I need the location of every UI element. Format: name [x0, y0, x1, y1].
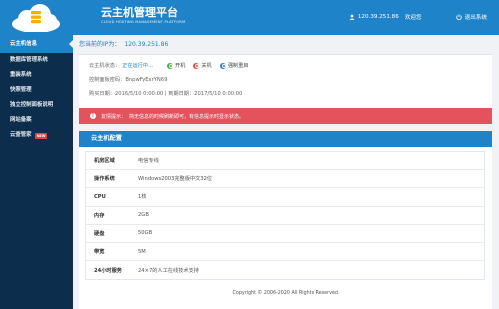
config-value: 1核	[138, 194, 147, 201]
warning-banner: ! 友情提示： 简无信息的时候刷新即可，有信息提示时显示状态。	[79, 108, 492, 124]
table-row: 硬盘 50GB	[86, 225, 484, 243]
config-title: 云主机配置	[79, 131, 492, 147]
sidebar-item-label: 重装系统	[10, 72, 32, 78]
brand: 云主机管理平台 CLOUD HOSTING MANAGEMENT PLATFOR…	[101, 6, 185, 25]
new-badge: NEW	[34, 132, 48, 139]
logout-button[interactable]: 退出系统	[455, 13, 487, 21]
sidebar-item-snapshot[interactable]: 快照管理	[0, 83, 73, 98]
current-ip-bar: 您当前的IP为： 120.39.251.86	[79, 39, 168, 48]
status-row: 云主机状态： 正在运行中... 开机 关机 强制重启	[89, 62, 249, 69]
start-icon	[167, 62, 174, 69]
config-key: 24小时服务	[94, 267, 122, 274]
user-info: 120.39.251.86 欢迎您	[349, 13, 422, 21]
config-value: 24×7的人工在线技术支持	[138, 267, 199, 274]
panel-password: 控制面板密码：BnpwFyExrYN69	[89, 77, 168, 83]
stop-label: 关机	[201, 63, 212, 69]
config-key: 内存	[94, 212, 105, 219]
warning-label: 友情提示：	[101, 113, 127, 120]
stop-icon	[193, 62, 200, 69]
ip-label: 您当前的IP为：	[79, 41, 121, 48]
sidebar-item-label: 云查管家	[10, 132, 32, 138]
brand-title: 云主机管理平台	[101, 6, 178, 19]
table-row: 24小时服务 24×7的人工在线技术支持	[86, 261, 484, 279]
table-row: 带宽 5M	[86, 243, 484, 262]
brand-subtitle: CLOUD HOSTING MANAGEMENT PLATFORM	[101, 20, 186, 24]
sidebar-item-icp[interactable]: 网站备案	[0, 113, 73, 128]
footer-copyright: Copyright © 2006-2020 All Rights Reserve…	[232, 291, 340, 296]
sidebar-item-host-info[interactable]: 云主机信息	[0, 35, 73, 53]
sidebar-item-label: 云主机信息	[10, 40, 37, 47]
config-value: 5M	[138, 248, 146, 255]
sidebar-item-reinstall[interactable]: 重装系统	[0, 68, 73, 83]
ip-value: 120.39.251.86	[124, 41, 169, 48]
sidebar-item-database[interactable]: 数据库管理系统	[0, 53, 73, 68]
sidebar-item-butler[interactable]: 云查管家 NEW	[0, 128, 73, 143]
table-row: 机房区域 电信专线	[86, 152, 484, 171]
sidebar-item-label: 快照管理	[10, 87, 32, 93]
config-value: 电信专线	[138, 158, 159, 165]
sidebar-item-control-panel[interactable]: 独立控制面板说明	[0, 98, 73, 113]
config-key: 操作系统	[94, 176, 115, 183]
sidebar-item-label: 网站备案	[10, 117, 32, 123]
config-key: 硬盘	[94, 230, 105, 237]
table-row: 操作系统 Windows2003完整版中文32位	[86, 170, 484, 189]
status-value: 正在运行中...	[122, 63, 154, 69]
header-user-area: 120.39.251.86 欢迎您 退出系统	[349, 13, 487, 21]
power-icon	[455, 14, 462, 20]
config-panel: 云主机配置 机房区域 电信专线 操作系统 Windows2003完整版中文32位 C…	[79, 131, 492, 309]
config-value: 2GB	[138, 212, 149, 219]
config-value: Windows2003完整版中文32位	[138, 176, 213, 183]
top-header: 云主机管理平台 CLOUD HOSTING MANAGEMENT PLATFOR…	[0, 0, 499, 35]
config-table: 机房区域 电信专线 操作系统 Windows2003完整版中文32位 CPU 1核 内…	[85, 151, 485, 281]
start-button[interactable]: 开机	[167, 62, 185, 69]
stop-button[interactable]: 关机	[193, 62, 212, 69]
logout-label: 退出系统	[464, 15, 487, 21]
reboot-button[interactable]: 强制重启	[219, 62, 249, 69]
cloud-logo-icon	[12, 4, 60, 32]
start-label: 开机	[175, 63, 186, 69]
sidebar-item-label: 数据库管理系统	[10, 57, 48, 63]
config-key: 带宽	[94, 249, 105, 256]
sidebar-item-label: 独立控制面板说明	[10, 102, 54, 108]
header-ip: 120.39.251.86	[357, 14, 399, 20]
host-info-panel: 云主机状态： 正在运行中... 开机 关机 强制重启 控制面板密码：BnpwFy…	[79, 54, 492, 110]
config-key: CPU	[94, 193, 106, 200]
table-row: 内存 2GB	[86, 207, 484, 225]
purchase-dates: 购买日期：2016/5/10 0:00:00 | 到期日期：2017/5/10 …	[89, 91, 243, 97]
sidebar: 云主机信息 数据库管理系统 重装系统 快照管理 独立控制面板说明 网站备案 云查…	[0, 35, 73, 309]
alert-icon: !	[90, 113, 96, 119]
config-value: 50GB	[138, 230, 153, 237]
welcome-text: 欢迎您	[404, 15, 422, 21]
warning-text: 简无信息的时候刷新即可，有信息提示时显示状态。	[129, 113, 245, 120]
reboot-icon	[219, 62, 226, 69]
table-row: CPU 1核	[86, 188, 484, 207]
reboot-label: 强制重启	[227, 63, 249, 69]
status-label: 云主机状态：	[89, 63, 121, 69]
config-key: 机房区域	[94, 158, 115, 165]
user-icon	[349, 14, 355, 20]
